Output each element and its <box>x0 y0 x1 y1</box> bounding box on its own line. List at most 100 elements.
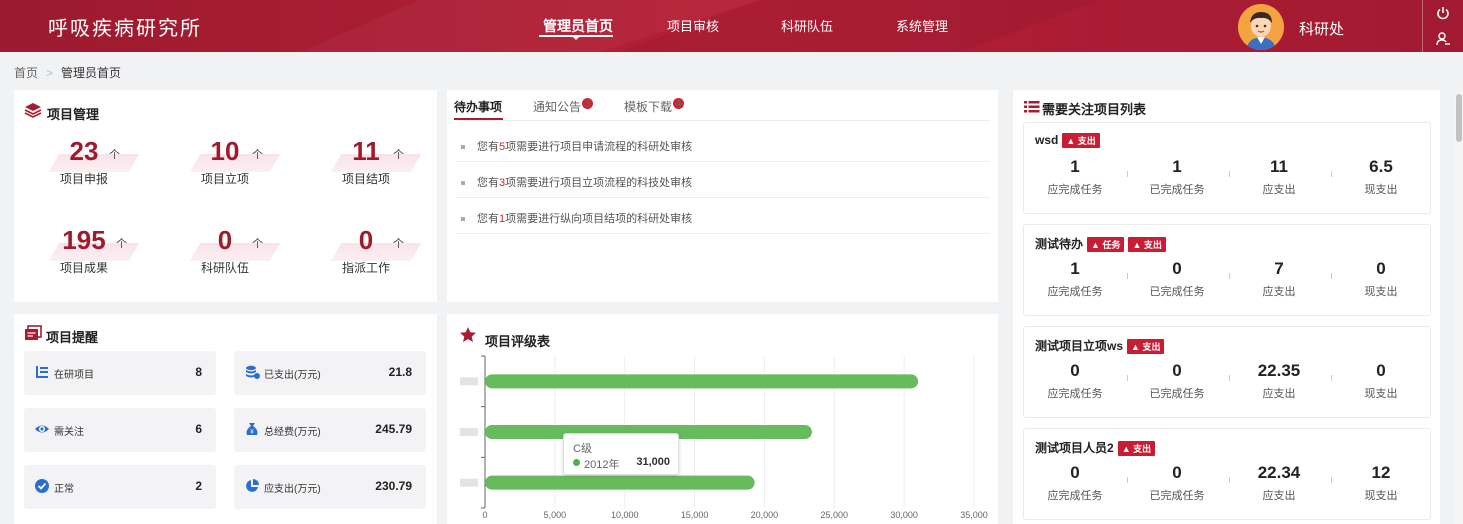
reminder-label: 总经费(万元) <box>264 427 321 438</box>
reminder-label: 正常 <box>54 484 74 495</box>
project-management-title: 项目管理 <box>47 107 100 122</box>
tab-templates[interactable]: 模板下载 4 <box>624 97 685 115</box>
reminder-total-funds[interactable]: ¥ 总经费(万元) 245.79 <box>234 408 426 452</box>
metric-label: 应支出 <box>1262 388 1296 400</box>
user-name[interactable]: 科研处 <box>1299 18 1344 39</box>
tooltip-title: C级 <box>573 443 592 455</box>
warning-tag: ▲ 任务 <box>1087 237 1125 253</box>
stat-label: 科研队伍 <box>200 261 249 275</box>
nav-research-team[interactable]: 科研队伍 <box>781 16 833 35</box>
bullet <box>461 217 465 222</box>
todo-item[interactable]: 您有1项需要进行纵向项目结项的科研处审核 <box>461 210 692 226</box>
project-metric: 22.35 应支出 <box>1228 361 1330 401</box>
top-bar: 呼吸疾病研究所 管理员首页 项目审核 科研队伍 系统管理 科研处 <box>0 0 1463 52</box>
power-icon[interactable] <box>1435 5 1451 21</box>
avatar[interactable] <box>1238 4 1284 50</box>
warning-tag: ▲ 支出 <box>1062 133 1100 149</box>
project-metric: 22.34 应支出 <box>1228 463 1330 503</box>
attention-project-card[interactable]: 测试项目人员2 ▲ 支出 0 应完成任务 0 已完成任务 22.34 应支出 12 现支出 <box>1023 428 1431 520</box>
attention-project-card[interactable]: wsd ▲ 支出 1 应完成任务 1 已完成任务 11 应支出 6.5 现支出 <box>1023 122 1431 214</box>
metric-label: 现支出 <box>1364 490 1398 502</box>
stat-assigned-work[interactable]: 0 个 指派工作 <box>311 225 422 275</box>
user-settings-icon[interactable] <box>1435 31 1451 47</box>
stat-unit: 个 <box>393 238 404 250</box>
metric-divider <box>1331 375 1332 381</box>
reminder-in-research[interactable]: 在研项目 8 <box>24 351 216 395</box>
metric-value: 0 <box>1172 463 1182 482</box>
metric-value: 1 <box>1070 259 1080 278</box>
todo-text: 项需要进行项目立项流程的科技处审核 <box>505 177 693 189</box>
stat-research-team[interactable]: 0 个 科研队伍 <box>170 225 281 275</box>
metric-label: 应完成任务 <box>1047 184 1103 196</box>
tab-todo[interactable]: 待办事项 <box>454 98 502 115</box>
metric-label: 已完成任务 <box>1149 184 1205 196</box>
attention-project-card[interactable]: 测试项目立项ws ▲ 支出 0 应完成任务 0 已完成任务 22.35 应支出 0 现支出 <box>1023 326 1431 418</box>
project-metric: 0 现支出 <box>1330 259 1432 299</box>
nav-admin-home[interactable]: 管理员首页 <box>543 16 613 36</box>
list-icon <box>1024 101 1040 113</box>
metric-label: 应支出 <box>1262 490 1296 502</box>
project-metric: 0 已完成任务 <box>1126 361 1228 401</box>
project-name: wsd ▲ 支出 <box>1035 133 1100 149</box>
metric-divider <box>1127 477 1128 483</box>
nav-system-management[interactable]: 系统管理 <box>896 16 948 35</box>
reminder-label: 在研项目 <box>54 370 94 381</box>
nav-active-caret <box>572 36 580 40</box>
attention-project-card[interactable]: 测试待办 ▲ 任务 ▲ 支出 1 应完成任务 0 已完成任务 7 应支出 0 现支出 <box>1023 224 1431 316</box>
reminder-label: 已支出(万元) <box>264 370 321 381</box>
todo-item[interactable]: 您有3项需要进行项目立项流程的科技处审核 <box>461 174 692 190</box>
row-divider <box>457 233 990 234</box>
metric-label: 应完成任务 <box>1047 490 1103 502</box>
metric-label: 现支出 <box>1364 286 1398 298</box>
stat-value: 0 <box>217 225 233 255</box>
project-metric: 1 应完成任务 <box>1024 259 1126 299</box>
tab-notices[interactable]: 通知公告 3 <box>533 97 594 115</box>
y-category-label <box>460 478 478 487</box>
stat-value: 10 <box>210 136 240 166</box>
reminder-attention[interactable]: 需关注 6 <box>24 408 216 452</box>
warning-tag: ▲ 支出 <box>1117 441 1156 457</box>
project-metric: 0 现支出 <box>1330 361 1432 401</box>
stat-project-results[interactable]: 195 个 项目成果 <box>29 225 140 275</box>
project-name: 测试待办 ▲ 任务 ▲ 支出 <box>1035 235 1166 253</box>
stat-project-completed[interactable]: 11 个 项目结项 <box>311 136 422 186</box>
metric-divider <box>1127 375 1128 381</box>
stat-label: 项目成果 <box>59 261 108 275</box>
tag-text: 支出 <box>1133 444 1152 455</box>
metric-label: 已完成任务 <box>1149 286 1205 298</box>
todo-text: 项需要进行项目申请流程的科研处审核 <box>505 141 693 153</box>
metric-value: 11 <box>1270 157 1288 176</box>
todo-item[interactable]: 您有5项需要进行项目申请流程的科研处审核 <box>461 138 692 154</box>
reminder-icon <box>25 325 42 340</box>
header-divider <box>1422 0 1423 52</box>
metric-value: 22.34 <box>1257 463 1301 482</box>
metric-divider <box>1331 273 1332 279</box>
nav-project-review[interactable]: 项目审核 <box>667 16 719 35</box>
metric-value: 6.5 <box>1369 157 1393 176</box>
stat-project-approved[interactable]: 10 个 项目立项 <box>170 136 281 186</box>
chart-tooltip: C级 2012年 31,000 <box>563 433 679 475</box>
stat-project-apply[interactable]: 23 个 项目申报 <box>29 136 140 186</box>
y-category-label <box>460 377 478 386</box>
reminder-title: 项目提醒 <box>46 330 99 345</box>
reminder-value: 6 <box>195 422 202 436</box>
stat-unit: 个 <box>116 238 127 250</box>
project-metric: 1 应完成任务 <box>1024 157 1126 197</box>
tooltip-series: 2012年 <box>584 459 620 471</box>
scrollbar-thumb[interactable] <box>1456 94 1462 142</box>
reminder-should-spend[interactable]: 应支出(万元) 230.79 <box>234 465 426 509</box>
reminder-spent[interactable]: 已支出(万元) 21.8 <box>234 351 426 395</box>
breadcrumb-home[interactable]: 首页 <box>14 66 38 80</box>
tooltip-value: 31,000 <box>636 456 670 468</box>
reminder-normal[interactable]: 正常 2 <box>24 465 216 509</box>
scrollbar-track[interactable] <box>1455 90 1463 524</box>
project-metric: 6.5 现支出 <box>1330 157 1432 197</box>
metric-label: 现支出 <box>1364 184 1398 196</box>
metric-value: 0 <box>1376 259 1386 278</box>
money-bag-icon: ¥ <box>246 423 258 436</box>
project-name-text: 测试待办 <box>1035 237 1084 251</box>
todo-text: 您有 <box>477 213 499 225</box>
metric-value: 22.35 <box>1257 361 1301 380</box>
metric-value: 0 <box>1376 361 1386 380</box>
tag-text: 支出 <box>1143 240 1162 251</box>
